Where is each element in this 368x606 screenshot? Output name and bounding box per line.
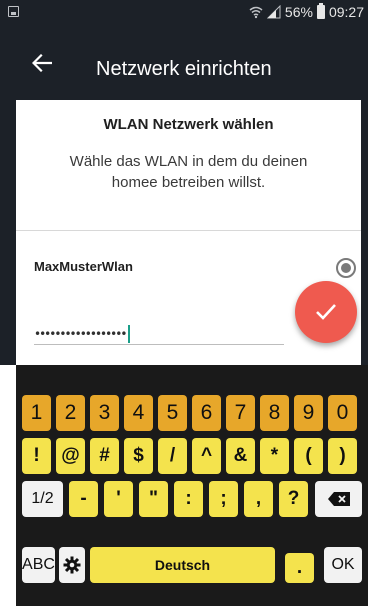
- key-digit[interactable]: 0: [328, 395, 357, 431]
- frame-left: [0, 100, 16, 365]
- key-settings[interactable]: [59, 547, 85, 583]
- password-field[interactable]: ••••••••••••••••••: [34, 322, 131, 346]
- password-underline: [34, 344, 284, 345]
- picture-icon: [8, 6, 19, 17]
- status-time: 09:27: [328, 4, 364, 20]
- wifi-setup-panel: WLAN Netzwerk wählen Wähle das WLAN in d…: [16, 100, 361, 365]
- key-digit[interactable]: 1: [22, 395, 51, 431]
- settings-icon: [63, 556, 81, 574]
- key-digit[interactable]: 6: [192, 395, 221, 431]
- key-symbol[interactable]: ?: [279, 481, 308, 517]
- backspace-icon: [327, 492, 350, 506]
- frame-right: [361, 100, 368, 365]
- back-arrow-icon[interactable]: [32, 54, 52, 72]
- section-title: WLAN Netzwerk wählen: [103, 116, 274, 133]
- key-digit[interactable]: 3: [90, 395, 119, 431]
- key-symbol[interactable]: !: [22, 438, 51, 474]
- key-symbol[interactable]: /: [158, 438, 187, 474]
- key-digit[interactable]: 9: [294, 395, 323, 431]
- network-radio-button[interactable]: [336, 258, 356, 278]
- key-symbol[interactable]: &: [226, 438, 255, 474]
- key-symbol[interactable]: ': [104, 481, 133, 517]
- battery-percent: 56%: [284, 4, 313, 20]
- key-symbol[interactable]: @: [56, 438, 85, 474]
- key-ok[interactable]: OK: [324, 547, 362, 583]
- key-symbol[interactable]: ): [328, 438, 357, 474]
- key-symbol[interactable]: -: [69, 481, 98, 517]
- key-symbol[interactable]: (: [294, 438, 323, 474]
- key-symbol[interactable]: :: [174, 481, 203, 517]
- confirm-button[interactable]: [295, 281, 357, 343]
- status-bar: 56% 09:27: [0, 0, 368, 26]
- key-digit[interactable]: 5: [158, 395, 187, 431]
- key-digit[interactable]: 7: [226, 395, 255, 431]
- app-bar: Netzwerk einrichten: [0, 26, 368, 100]
- key-digit[interactable]: 4: [124, 395, 153, 431]
- key-symbol[interactable]: ;: [209, 481, 238, 517]
- key-symbol[interactable]: #: [90, 438, 119, 474]
- network-name[interactable]: MaxMusterWlan: [34, 259, 133, 274]
- password-value: ••••••••••••••••••: [34, 327, 127, 341]
- key-symbol[interactable]: ^: [192, 438, 221, 474]
- page-title: Netzwerk einrichten: [96, 58, 272, 80]
- key-symbol[interactable]: ": [139, 481, 168, 517]
- key-symbol[interactable]: ,: [244, 481, 273, 517]
- section-description: Wähle das WLAN in dem du deinen homee be…: [69, 153, 308, 191]
- keyboard: 1 2 3 4 5 6 7 8 9 0 ! @ # $ / ^ & * ( ) …: [16, 365, 368, 606]
- key-digit[interactable]: 2: [56, 395, 85, 431]
- signal-icon: [266, 5, 281, 19]
- key-symbol[interactable]: $: [124, 438, 153, 474]
- key-symbol[interactable]: *: [260, 438, 289, 474]
- battery-icon: [316, 3, 325, 19]
- divider: [16, 230, 361, 231]
- key-abc[interactable]: ABC: [22, 547, 55, 583]
- key-page-switch[interactable]: 1/2: [22, 481, 63, 517]
- key-period[interactable]: .: [285, 553, 314, 583]
- key-space[interactable]: Deutsch: [90, 547, 275, 583]
- text-caret: [128, 324, 131, 343]
- status-icons: 56% 09:27: [249, 3, 364, 20]
- check-icon: [316, 304, 336, 320]
- key-digit[interactable]: 8: [260, 395, 289, 431]
- key-backspace[interactable]: [315, 481, 362, 517]
- wifi-icon: [249, 6, 263, 19]
